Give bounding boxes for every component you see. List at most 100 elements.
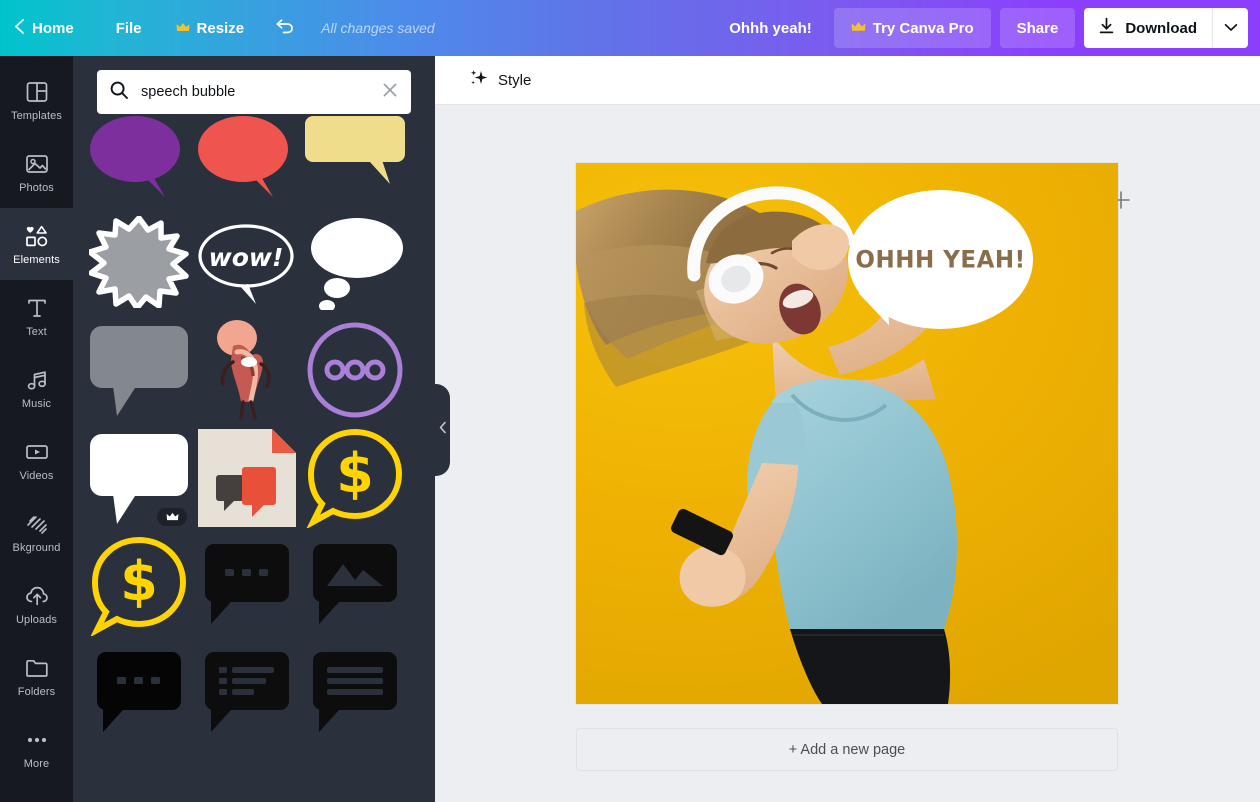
element-result-paper-two-chat-bubbles-icon[interactable] xyxy=(193,424,301,532)
element-result-gray-rounded-speech-bubble[interactable] xyxy=(85,316,193,424)
element-result-purple-circle-dots-speech-bubble[interactable] xyxy=(301,316,409,424)
resize-button[interactable]: Resize xyxy=(162,0,259,56)
element-result-dark-list-speech-bubble[interactable] xyxy=(193,640,301,748)
cloud-upload-icon xyxy=(24,583,50,609)
file-menu-button[interactable]: File xyxy=(96,0,162,56)
text-t-icon xyxy=(24,295,50,321)
add-new-page-label: + Add a new page xyxy=(788,741,906,758)
sidebar-item-label: Folders xyxy=(17,685,56,698)
element-result-dark-dots-speech-bubble[interactable] xyxy=(193,532,301,640)
sidebar-item-label: More xyxy=(23,757,50,770)
background-hatch-icon xyxy=(24,511,50,537)
templates-grid-icon xyxy=(24,79,50,105)
elements-results-grid: wow! $ $ xyxy=(85,100,423,802)
add-new-page-button[interactable]: + Add a new page xyxy=(576,728,1118,771)
element-result-red-circle-speech-bubble-partial[interactable] xyxy=(85,748,193,802)
ellipsis-icon xyxy=(24,727,50,753)
sidebar-item-uploads[interactable]: Uploads xyxy=(0,568,73,640)
shapes-elements-icon xyxy=(24,223,50,249)
design-canvas-page[interactable]: OHHH YEAH! xyxy=(576,163,1118,704)
search-input[interactable] xyxy=(129,84,375,100)
element-result-yellow-dollar-speech-bubble[interactable]: $ xyxy=(301,424,409,532)
sparkle-icon xyxy=(469,68,489,92)
speech-bubble-text[interactable]: OHHH YEAH! xyxy=(855,246,1025,273)
document-title[interactable]: Ohhh yeah! xyxy=(707,20,834,37)
sidebar-item-music[interactable]: Music xyxy=(0,352,73,424)
try-canva-pro-button[interactable]: Try Canva Pro xyxy=(833,8,991,48)
svg-text:wow!: wow! xyxy=(209,243,284,272)
save-status-text: All changes saved xyxy=(321,20,435,36)
sidebar-item-bkground[interactable]: Bkground xyxy=(0,496,73,568)
element-result-yellow-rounded-rect-speech-bubble[interactable] xyxy=(301,100,409,208)
close-x-icon[interactable] xyxy=(375,81,399,104)
sidebar-item-label: Templates xyxy=(10,109,63,122)
sidebar-item-videos[interactable]: Videos xyxy=(0,424,73,496)
canvas-photo xyxy=(576,163,1118,704)
element-result-yellow-dollar-speech-bubble-2[interactable]: $ xyxy=(85,532,193,640)
top-toolbar-right: Ohhh yeah! Try Canva Pro Share Download xyxy=(707,0,1260,56)
resize-label: Resize xyxy=(196,19,245,37)
element-result-red-oval-speech-bubble[interactable] xyxy=(193,100,301,208)
try-canva-pro-label: Try Canva Pro xyxy=(872,19,974,37)
sidebar-item-label: Music xyxy=(21,397,52,410)
share-label: Share xyxy=(1016,19,1059,37)
download-arrow-icon xyxy=(1098,17,1115,39)
style-label: Style xyxy=(498,71,532,89)
element-result-gray-starburst-speech-bubble[interactable] xyxy=(85,208,193,316)
sidebar-item-photos[interactable]: Photos xyxy=(0,136,73,208)
elements-results-scroll[interactable]: wow! $ $ xyxy=(73,56,435,802)
sidebar-item-label: Videos xyxy=(19,469,54,482)
download-label: Download xyxy=(1125,19,1197,37)
top-toolbar-left: Home File Resize All changes saved xyxy=(0,0,435,56)
element-result-bacon-character-illustration[interactable] xyxy=(193,316,301,424)
sidebar-item-label: Text xyxy=(26,325,47,338)
download-button[interactable]: Download xyxy=(1084,8,1212,48)
sidebar-item-label: Uploads xyxy=(15,613,58,626)
download-options-caret[interactable] xyxy=(1212,8,1248,48)
element-result-purple-oval-speech-bubble[interactable] xyxy=(85,100,193,208)
top-toolbar: Home File Resize All changes saved Ohhh … xyxy=(0,0,1260,56)
sidebar-item-folders[interactable]: Folders xyxy=(0,640,73,712)
sidebar-item-text[interactable]: Text xyxy=(0,280,73,352)
style-button[interactable]: Style xyxy=(449,62,551,98)
music-note-icon xyxy=(24,367,50,393)
folder-icon xyxy=(24,655,50,681)
share-button[interactable]: Share xyxy=(999,8,1076,48)
pro-crown-badge xyxy=(157,508,187,526)
search-bar[interactable] xyxy=(97,70,411,114)
undo-button[interactable] xyxy=(258,0,311,56)
crown-icon xyxy=(176,22,190,35)
download-button-group: Download xyxy=(1084,8,1248,48)
photo-image-icon xyxy=(24,151,50,177)
editor-area: Style OHHH YEAH! + Add a new page xyxy=(435,56,1260,802)
file-label: File xyxy=(115,19,142,37)
element-result-dark-dots-speech-bubble-2[interactable] xyxy=(85,640,193,748)
sidebar-item-elements[interactable]: Elements xyxy=(0,208,73,280)
style-toolbar: Style xyxy=(435,56,1260,105)
elements-panel: wow! $ $ xyxy=(73,56,435,802)
undo-arrow-icon xyxy=(274,17,295,39)
element-result-dark-rect-speech-bubble-partial[interactable] xyxy=(301,748,409,802)
element-result-white-thought-bubble[interactable] xyxy=(301,208,409,316)
element-result-dark-image-speech-bubble[interactable] xyxy=(301,532,409,640)
chevron-down-icon xyxy=(1224,19,1238,37)
crown-icon xyxy=(851,21,866,35)
home-button[interactable]: Home xyxy=(0,0,96,56)
element-result-white-rounded-speech-bubble[interactable] xyxy=(85,424,193,532)
collapse-panel-handle[interactable] xyxy=(435,384,450,476)
svg-text:$: $ xyxy=(336,442,374,505)
element-result-white-rect-speech-bubble-partial[interactable] xyxy=(193,748,301,802)
chevron-left-icon xyxy=(14,18,25,39)
home-label: Home xyxy=(32,19,74,37)
chevron-left-icon xyxy=(439,421,447,439)
element-result-dark-lines-speech-bubble[interactable] xyxy=(301,640,409,748)
sidebar-item-templates[interactable]: Templates xyxy=(0,64,73,136)
video-play-icon xyxy=(24,439,50,465)
sidebar-item-label: Bkground xyxy=(12,541,61,554)
speech-bubble-shape[interactable]: OHHH YEAH! xyxy=(848,190,1033,329)
search-icon xyxy=(109,80,129,105)
sidebar-item-label: Photos xyxy=(19,181,54,194)
sidebar-item-more[interactable]: More xyxy=(0,712,73,784)
left-sidebar-rail: Templates Photos Elements Text Music Videos Bk… xyxy=(0,56,73,802)
element-result-wow-outline-speech-bubble[interactable]: wow! xyxy=(193,208,301,316)
